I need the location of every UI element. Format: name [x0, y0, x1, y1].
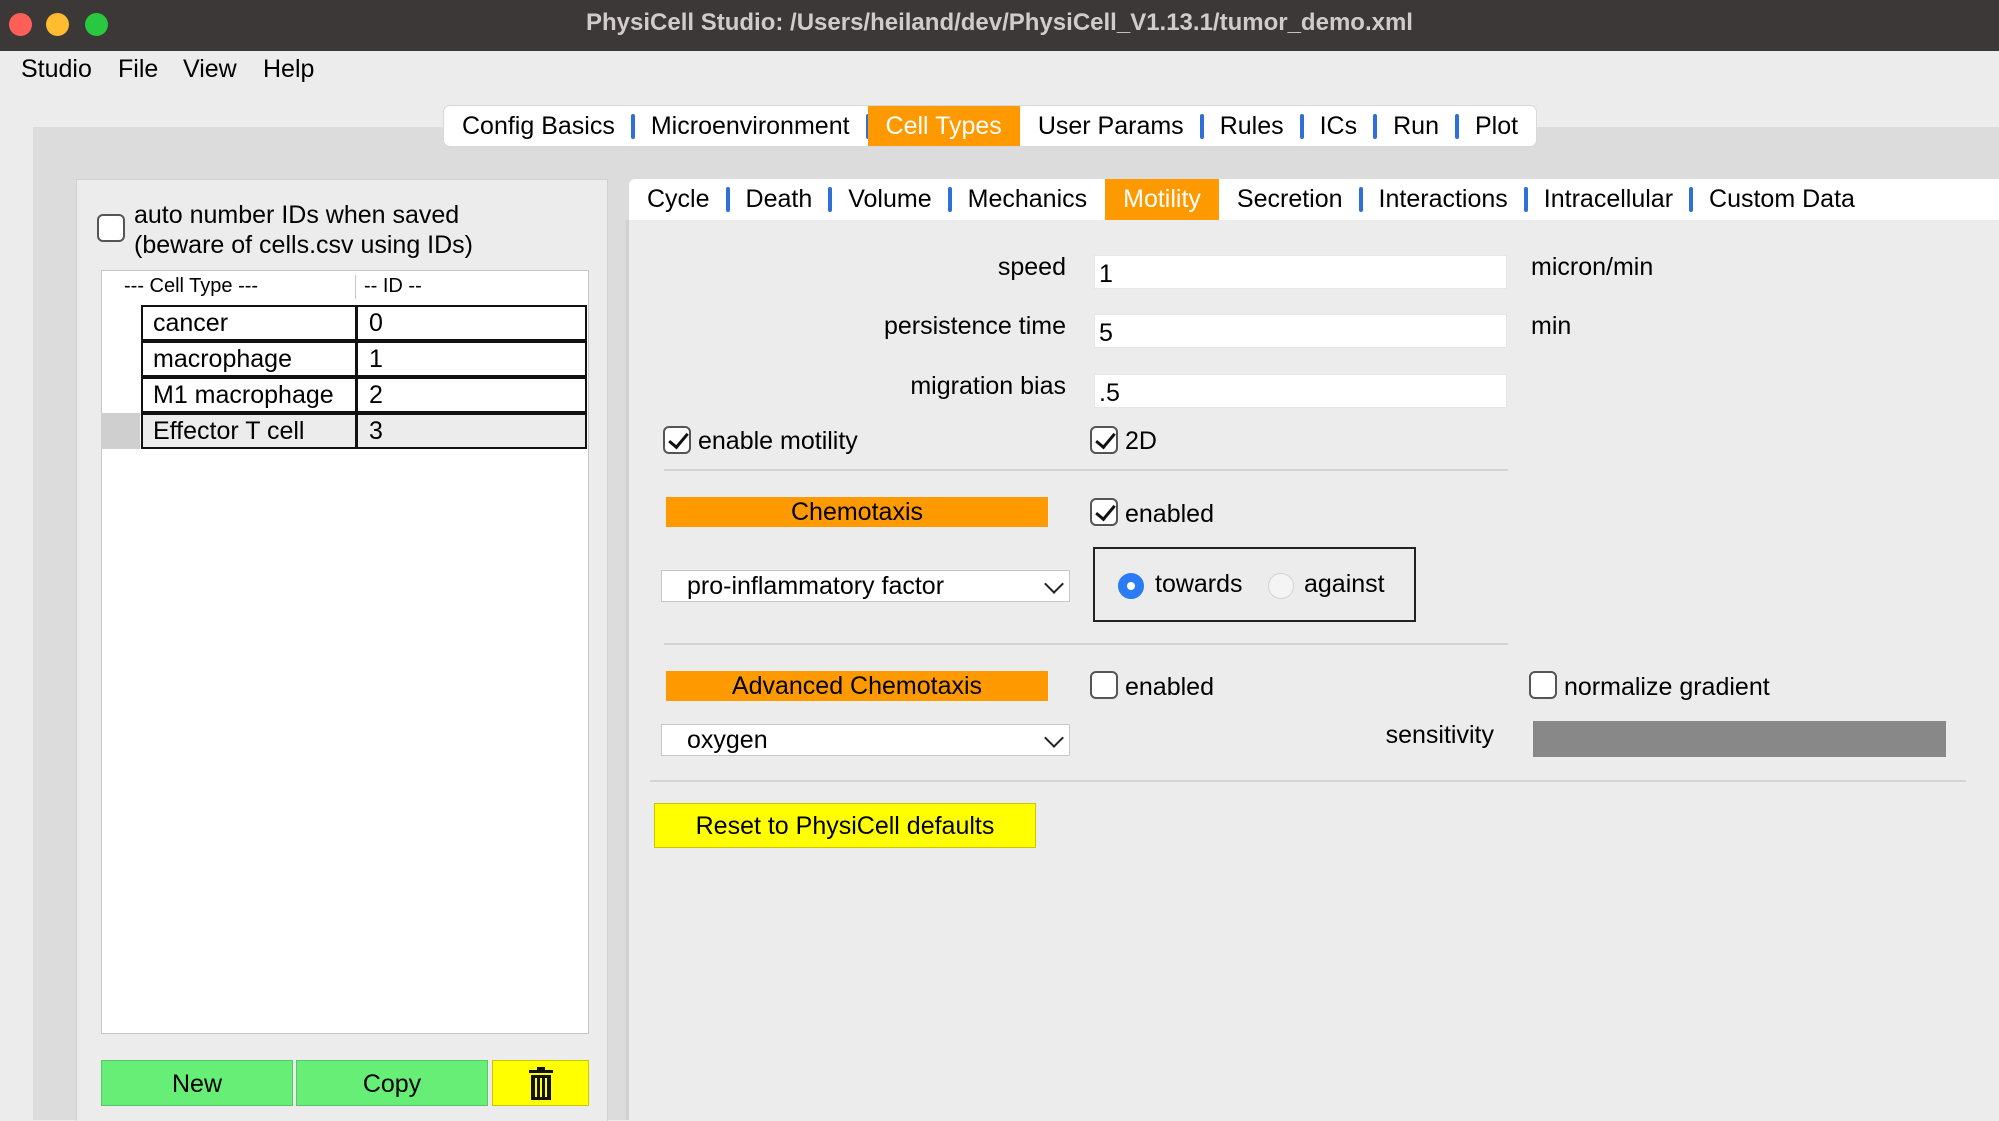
chemotaxis-heading: Chemotaxis: [666, 497, 1048, 527]
tab-cell-types[interactable]: Cell Types: [867, 106, 1020, 146]
cell-type-id[interactable]: 0: [369, 309, 383, 338]
advanced-chemotaxis-enabled-checkbox[interactable]: [1090, 671, 1118, 699]
cell-type-name[interactable]: macrophage: [153, 345, 292, 374]
menu-file[interactable]: File: [118, 55, 158, 84]
enable-motility-label: enable motility: [698, 427, 858, 455]
new-cell-type-button[interactable]: New: [101, 1060, 293, 1106]
tab-motility[interactable]: Motility: [1105, 179, 1219, 220]
table-row[interactable]: M1 macrophage 2: [141, 377, 587, 413]
trash-icon: [529, 1067, 553, 1100]
tab-volume[interactable]: Volume: [830, 179, 953, 220]
chemotaxis-substrate-value: pro-inflammatory factor: [687, 572, 945, 600]
migration-bias-label: migration bias: [910, 372, 1066, 400]
row-selection-marker: [101, 413, 140, 449]
copy-cell-type-button[interactable]: Copy: [296, 1060, 488, 1106]
window-title: PhysiCell Studio: /Users/heiland/dev/Phy…: [586, 9, 1413, 36]
column-header-cell-type[interactable]: --- Cell Type ---: [124, 275, 258, 298]
delete-cell-type-button[interactable]: [492, 1060, 589, 1106]
2d-label: 2D: [1125, 427, 1157, 455]
cell-type-id[interactable]: 2: [369, 381, 383, 410]
cell-type-name[interactable]: M1 macrophage: [153, 381, 334, 410]
enable-motility-checkbox[interactable]: [663, 426, 691, 454]
sensitivity-table-disabled: [1533, 721, 1946, 757]
cell-divider: [355, 341, 358, 377]
menu-studio[interactable]: Studio: [21, 55, 92, 84]
chevron-down-icon: [1044, 728, 1064, 748]
tab-config-basics[interactable]: Config Basics: [444, 106, 635, 146]
title-bar: PhysiCell Studio: /Users/heiland/dev/Phy…: [0, 0, 1999, 51]
motility-panel: [626, 220, 1999, 1120]
top-tab-bar: Config Basics Microenvironment Cell Type…: [444, 106, 1537, 146]
chevron-down-icon: [1044, 574, 1064, 594]
speed-input[interactable]: 1: [1094, 255, 1507, 289]
chemotaxis-substrate-dropdown[interactable]: pro-inflammatory factor: [661, 570, 1070, 602]
cell-divider: [355, 305, 358, 341]
advanced-chemotaxis-enabled-label: enabled: [1125, 673, 1214, 701]
auto-number-checkbox[interactable]: [97, 214, 125, 242]
reset-defaults-button[interactable]: Reset to PhysiCell defaults: [654, 803, 1036, 848]
speed-units: micron/min: [1531, 253, 1654, 281]
persistence-time-units: min: [1531, 312, 1572, 340]
cell-type-name[interactable]: cancer: [153, 309, 228, 338]
tab-user-params[interactable]: User Params: [1020, 106, 1204, 146]
chemotaxis-enabled-label: enabled: [1125, 500, 1214, 528]
persistence-time-input[interactable]: 5: [1094, 314, 1507, 348]
chemotaxis-enabled-checkbox[interactable]: [1090, 498, 1118, 526]
divider: [664, 469, 1508, 471]
cell-divider: [355, 413, 358, 449]
auto-number-label: auto number IDs when saved: [134, 201, 460, 229]
tab-death[interactable]: Death: [728, 179, 832, 220]
table-row-selected[interactable]: Effector T cell 3: [141, 413, 587, 449]
advanced-chemotaxis-heading: Advanced Chemotaxis: [666, 671, 1048, 701]
divider: [650, 780, 1966, 782]
tab-plot[interactable]: Plot: [1457, 106, 1536, 146]
tab-microenvironment[interactable]: Microenvironment: [633, 106, 870, 146]
cell-divider: [355, 377, 358, 413]
towards-radio[interactable]: [1118, 573, 1144, 599]
tab-intracellular[interactable]: Intracellular: [1526, 179, 1694, 220]
menu-view[interactable]: View: [183, 55, 237, 84]
cell-type-id[interactable]: 3: [369, 417, 383, 446]
auto-number-warning: (beware of cells.csv using IDs): [134, 231, 474, 259]
tab-run[interactable]: Run: [1375, 106, 1459, 146]
header-divider: [355, 275, 356, 299]
normalize-gradient-checkbox[interactable]: [1529, 671, 1557, 699]
column-header-id[interactable]: -- ID --: [364, 275, 422, 298]
against-label: against: [1304, 570, 1385, 598]
tab-secretion[interactable]: Secretion: [1219, 179, 1363, 220]
tab-ics[interactable]: ICs: [1302, 106, 1377, 146]
sensitivity-label: sensitivity: [1385, 721, 1494, 749]
normalize-gradient-label: normalize gradient: [1564, 673, 1770, 701]
table-row[interactable]: cancer 0: [141, 305, 587, 341]
2d-checkbox[interactable]: [1090, 426, 1118, 454]
cell-type-name[interactable]: Effector T cell: [153, 417, 304, 446]
tab-cycle[interactable]: Cycle: [629, 179, 730, 220]
migration-bias-input[interactable]: .5: [1094, 374, 1507, 408]
speed-label: speed: [997, 253, 1066, 281]
menu-help[interactable]: Help: [263, 55, 314, 84]
divider: [664, 643, 1508, 645]
chemotaxis-direction-group: towards against: [1093, 547, 1416, 622]
advanced-chemotaxis-substrate-dropdown[interactable]: oxygen: [661, 724, 1070, 756]
table-row[interactable]: macrophage 1: [141, 341, 587, 377]
tab-rules[interactable]: Rules: [1202, 106, 1304, 146]
against-radio[interactable]: [1268, 573, 1294, 599]
tab-custom-data[interactable]: Custom Data: [1691, 179, 1873, 220]
advanced-chemotaxis-substrate-value: oxygen: [687, 726, 768, 754]
tab-mechanics[interactable]: Mechanics: [950, 179, 1106, 220]
towards-label: towards: [1155, 570, 1243, 598]
cell-property-tab-bar: Cycle Death Volume Mechanics Motility Se…: [629, 179, 1999, 220]
persistence-time-label: persistence time: [883, 312, 1066, 340]
cell-type-id[interactable]: 1: [369, 345, 383, 374]
menu-bar: Studio File View Help: [0, 51, 1999, 93]
tab-interactions[interactable]: Interactions: [1361, 179, 1529, 220]
